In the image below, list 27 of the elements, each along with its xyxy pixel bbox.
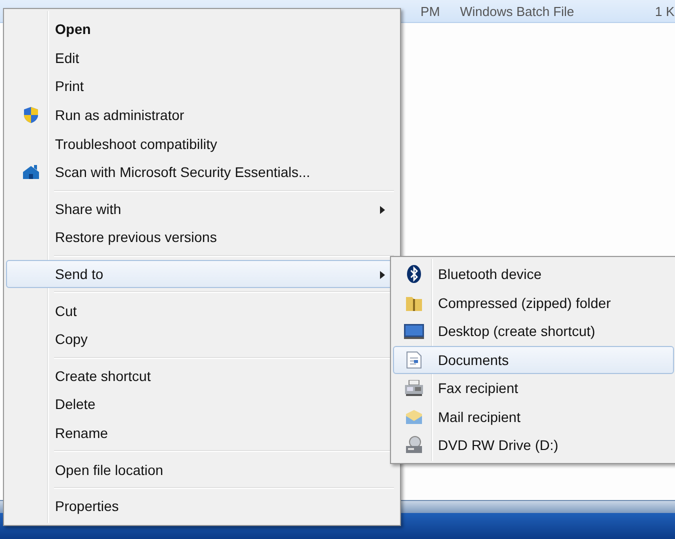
submenu-arrow-icon — [380, 206, 385, 214]
document-icon — [406, 350, 422, 369]
menu-item[interactable]: Fax recipient — [393, 374, 674, 402]
type-cell-text: Windows Batch File — [460, 4, 576, 18]
bluetooth-icon — [407, 265, 421, 284]
size-cell: 1 K — [655, 4, 675, 18]
disc-drive-icon — [405, 436, 423, 454]
fax-icon — [405, 380, 423, 396]
house-icon — [22, 164, 40, 180]
modified-cell-text: PM — [420, 4, 440, 18]
menu-item[interactable]: Compressed (zipped) folder — [393, 288, 674, 317]
submenu-arrow-icon — [380, 270, 385, 279]
menu-item[interactable]: Open — [6, 15, 398, 44]
menu-item[interactable]: Desktop (create shortcut) — [393, 317, 674, 346]
monitor-icon — [404, 323, 424, 340]
shield-icon — [23, 106, 39, 124]
menu-item[interactable]: Run as administrator — [6, 100, 398, 130]
menu-item[interactable]: Edit — [6, 44, 398, 72]
menu-item[interactable]: Print — [6, 72, 398, 101]
menu-item[interactable]: Share with — [6, 194, 398, 224]
envelope-icon — [405, 408, 423, 425]
menu-item[interactable]: Properties — [6, 492, 398, 520]
menu-item[interactable]: Mail recipient — [393, 402, 674, 431]
menu-item[interactable]: Documents — [393, 346, 674, 374]
menu-item[interactable]: Restore previous versions — [6, 223, 398, 252]
menu-item[interactable]: Troubleshoot compatibility — [6, 129, 398, 158]
menu-item[interactable]: Scan with Microsoft Security Essentials... — [6, 158, 398, 187]
